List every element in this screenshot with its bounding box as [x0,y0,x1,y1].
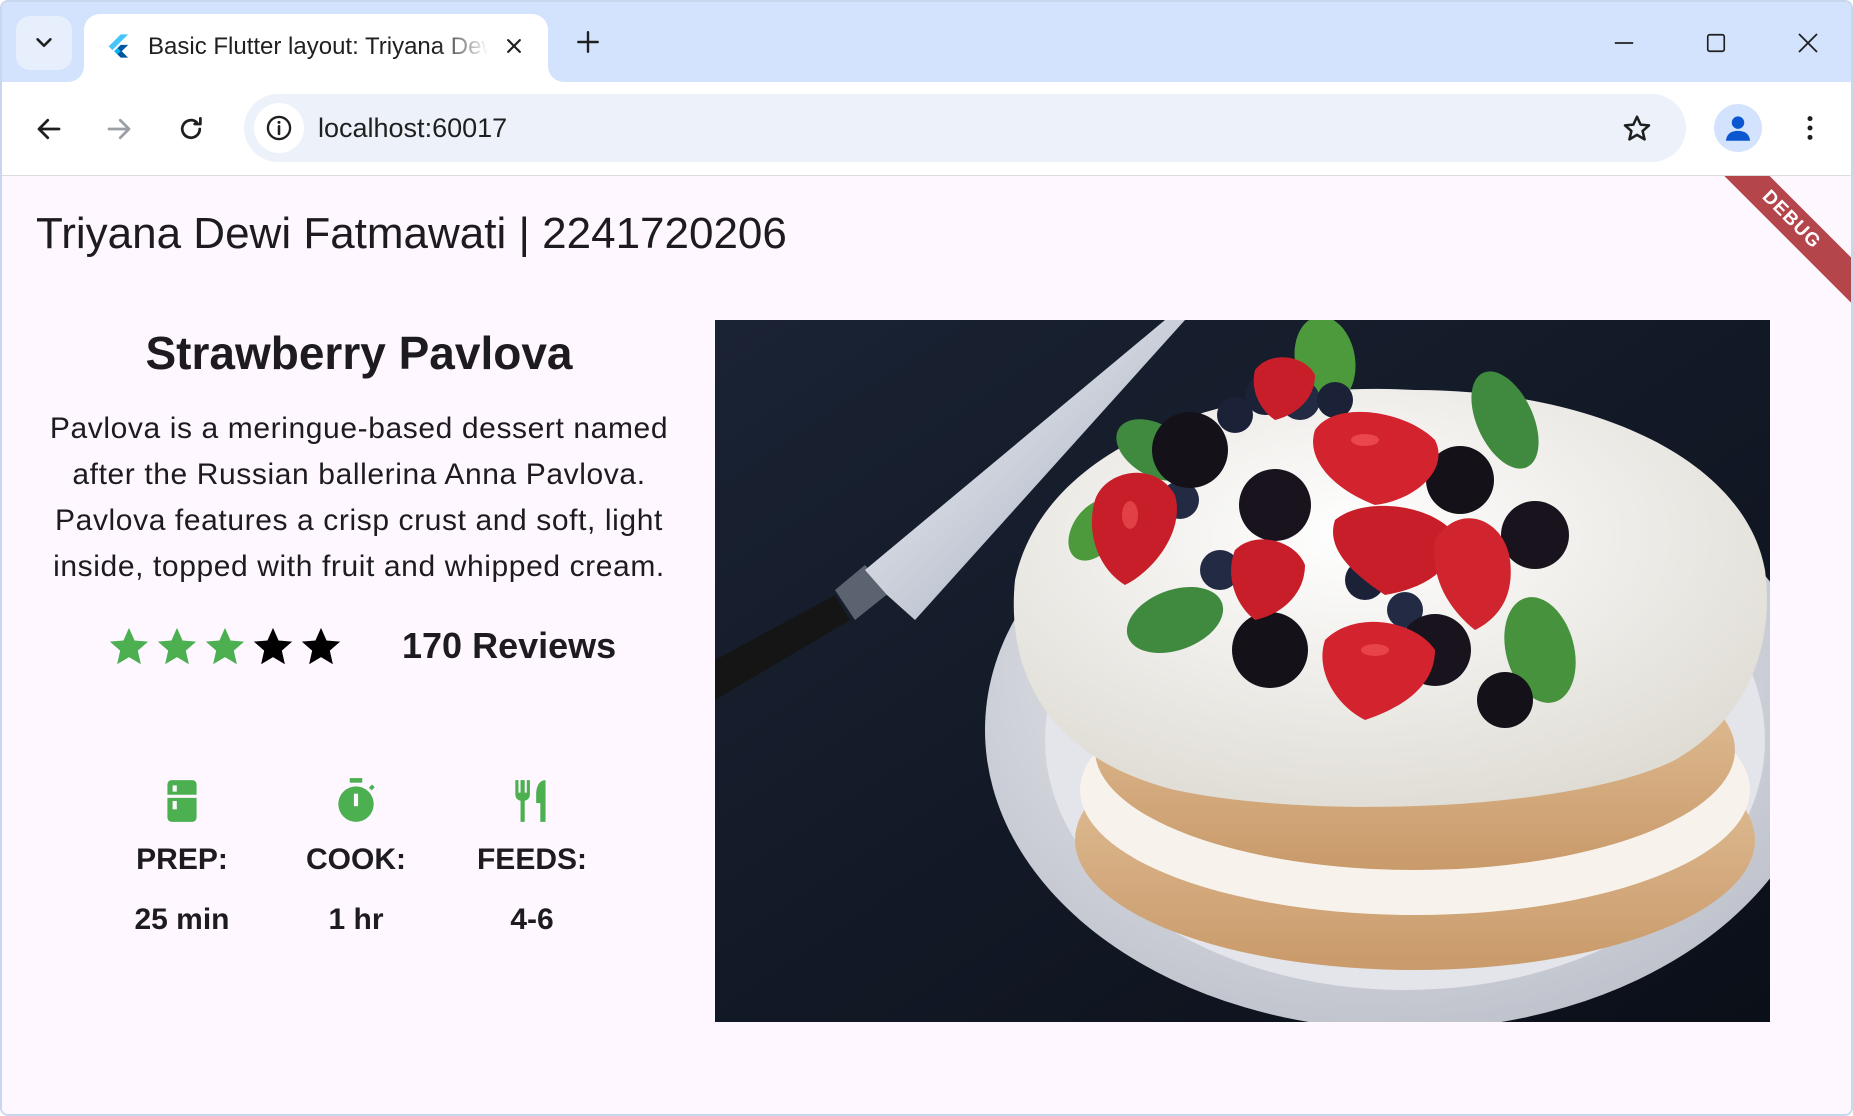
feeds-label: FEEDS: [476,843,587,876]
flutter-logo-icon [108,34,129,58]
pavlova-photo [715,320,1770,1022]
maximize-button[interactable] [1688,16,1744,70]
browser-window: Basic Flutter layout: Triyana Dewi Fatma… [0,0,1853,1116]
timer-icon [338,778,375,822]
restaurant-icon [515,780,546,822]
tab-strip: Basic Flutter layout: Triyana Dewi Fatma… [2,2,1851,82]
info-icon [266,115,292,141]
star-icon [205,627,245,665]
recipe-title: Strawberry Pavlova [145,327,573,379]
feeds-value: 4-6 [510,903,554,936]
kitchen-icon [167,780,197,822]
debug-banner: DEBUG [1694,176,1851,317]
browser-menu-button[interactable] [1786,104,1834,152]
prep-label: PREP: [136,843,228,876]
reload-button[interactable] [166,104,216,154]
tab-search-button[interactable] [16,16,72,70]
arrow-forward-icon [107,118,131,140]
profile-button[interactable] [1714,104,1762,152]
info-cook: COOK: 1 hr [266,776,446,940]
recipe-description: Pavlova is a meringue-based dessert name… [49,412,669,583]
reload-icon [180,117,202,140]
minimize-button[interactable] [1596,16,1652,70]
star-icon [301,627,341,665]
tab-close-button[interactable] [496,28,532,64]
pavlova-illustration [715,320,1770,1022]
address-bar[interactable]: localhost:60017 [244,94,1686,162]
maximize-icon [1706,33,1726,53]
tab-title: Basic Flutter layout: Triyana Dewi Fatma… [148,33,488,60]
info-feeds: FEEDS: 4-6 [442,776,622,940]
forward-button[interactable] [94,104,144,154]
prep-value: 25 min [134,903,230,936]
new-tab-button[interactable] [568,22,608,62]
info-prep: PREP: 25 min [92,776,272,940]
star-outline-icon [1623,115,1651,141]
more-vert-icon [1807,116,1813,140]
star-icon [253,627,293,665]
close-icon [1798,33,1818,53]
site-info-button[interactable] [254,103,304,153]
url-text: localhost:60017 [318,113,508,143]
person-icon [1725,116,1751,141]
chevron-down-icon [36,38,52,48]
browser-toolbar: localhost:60017 [2,82,1851,176]
close-icon [507,39,521,53]
reviews-count: 170 Reviews [402,625,617,666]
app-viewport: Triyana Dewi Fatmawati | 2241720206 DEBU… [2,176,1851,1114]
close-window-button[interactable] [1780,16,1836,70]
arrow-back-icon [37,118,61,140]
star-rating [106,624,344,670]
browser-tab-active[interactable]: Basic Flutter layout: Triyana Dewi Fatma… [84,14,548,82]
rating-row: 170 Reviews [36,618,682,674]
star-icon [109,627,149,665]
bookmark-button[interactable] [1616,108,1658,150]
back-button[interactable] [24,104,74,154]
recipe-details-column: Strawberry Pavlova Pavlova is a meringue… [36,322,682,674]
minimize-icon [1614,42,1634,44]
app-bar-title: Triyana Dewi Fatmawati | 2241720206 [36,209,787,258]
cook-value: 1 hr [328,903,384,936]
star-icon [157,627,197,665]
recipe-info-row: PREP: 25 min COOK: 1 hr FEEDS: 4-6 [36,776,682,956]
cook-label: COOK: [306,843,406,876]
plus-icon [577,31,599,53]
